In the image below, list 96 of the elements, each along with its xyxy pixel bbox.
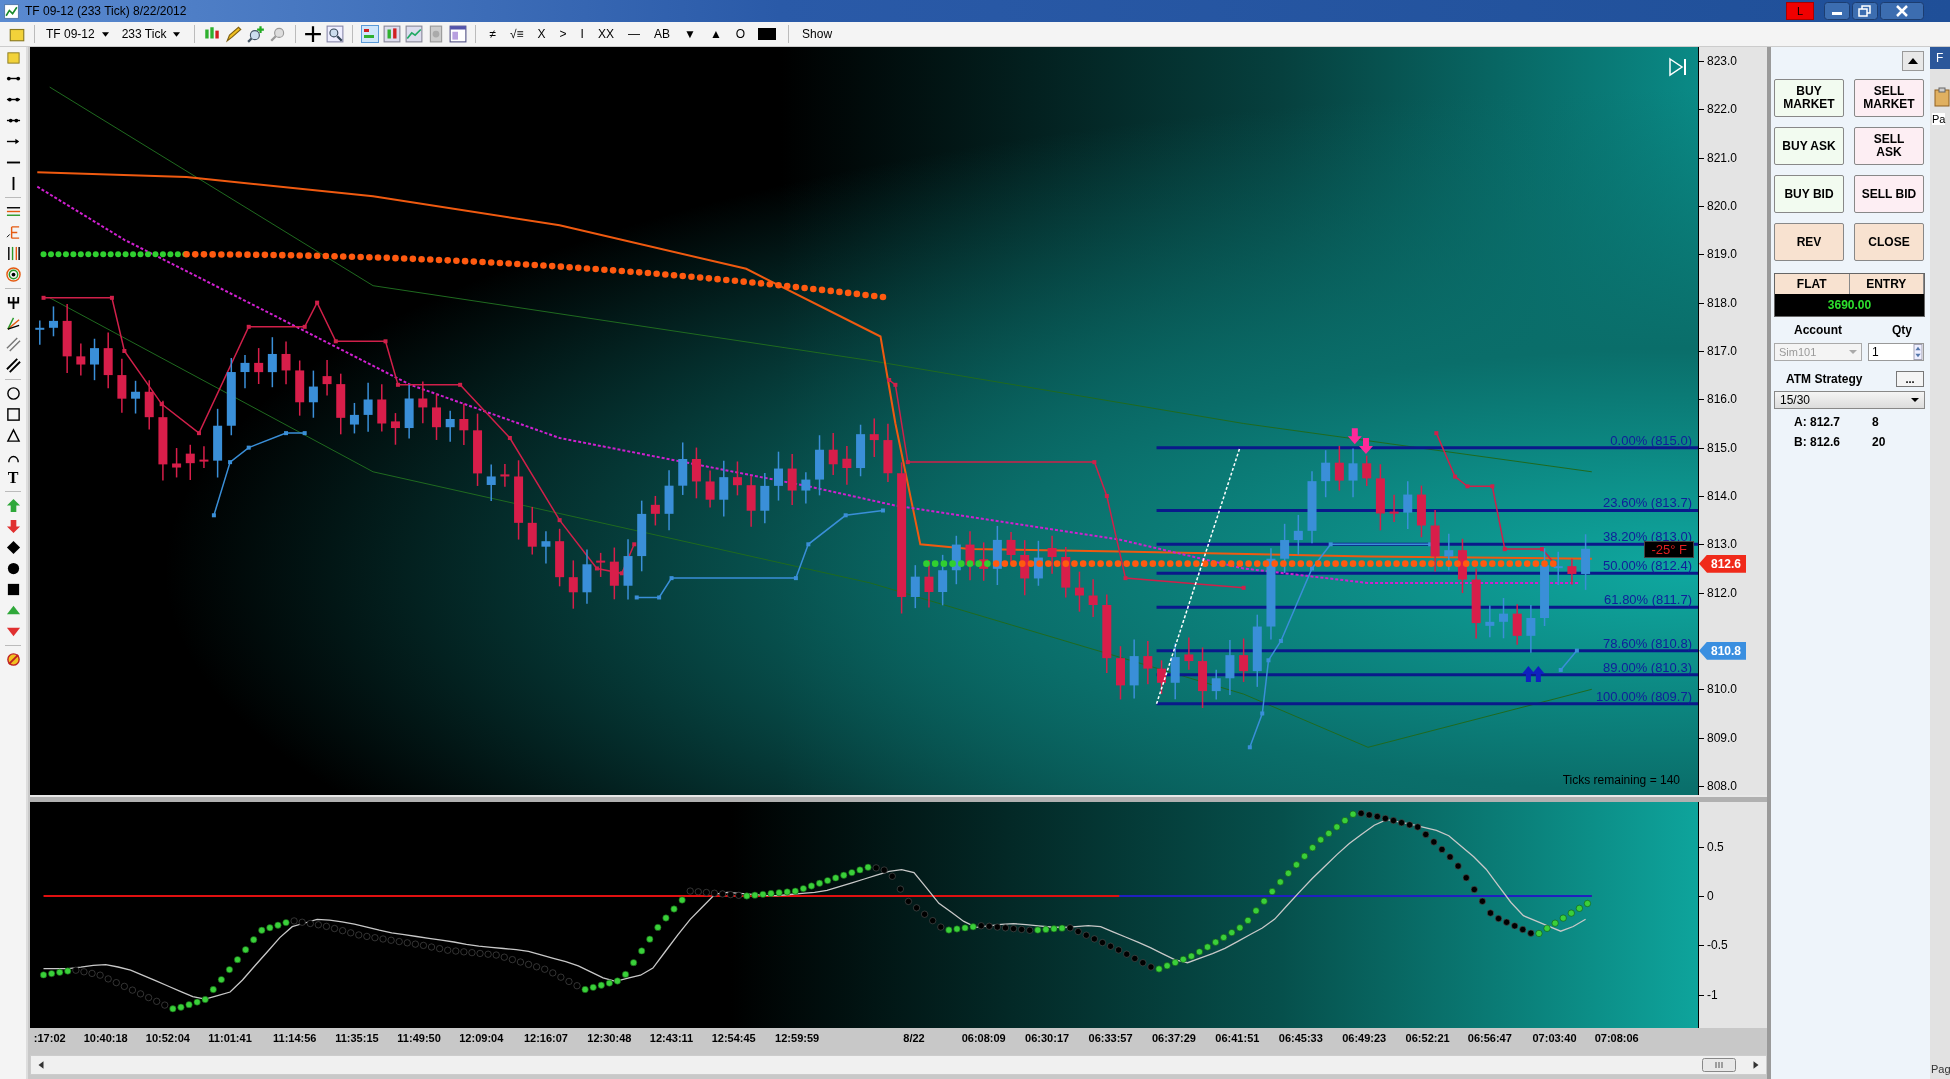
- price-axis-label: 812.0: [1707, 585, 1738, 600]
- price-axis-label: 819.0: [1707, 247, 1738, 262]
- drawing-tool-button[interactable]: —: [622, 27, 645, 41]
- order-button[interactable]: BUY BID: [1774, 175, 1844, 213]
- time-axis-label: 06:45:33: [1278, 1032, 1323, 1044]
- price-marker-tag: 810.8: [1699, 641, 1747, 660]
- qty-field[interactable]: 1: [1868, 343, 1924, 361]
- account-label: Account: [1794, 323, 1842, 337]
- time-axis-label: 06:49:23: [1342, 1032, 1387, 1044]
- ribbon-tab[interactable]: F: [1930, 47, 1950, 69]
- drawing-tool-button[interactable]: ≠: [484, 27, 501, 41]
- time-axis-label: 10:40:18: [83, 1032, 128, 1044]
- price-axis-label: 823.0: [1707, 54, 1738, 68]
- page-status: Pag: [1931, 1063, 1950, 1075]
- time-axis-label: 11:01:41: [208, 1032, 252, 1044]
- ticks-remaining-label: Ticks remaining = 140: [1562, 773, 1680, 787]
- time-axis-label: 12:09:04: [459, 1032, 504, 1044]
- time-axis-label: 06:52:21: [1405, 1032, 1450, 1044]
- fibonacci-label: 23.60% (813.7): [1603, 495, 1692, 511]
- time-axis-label: 8/22: [903, 1032, 925, 1044]
- price-axis-label: 809.0: [1707, 730, 1738, 745]
- drawing-tool-button[interactable]: AB: [648, 27, 675, 41]
- price-axis-label: 820.0: [1707, 199, 1738, 213]
- price-axis-label: 817.0: [1707, 343, 1738, 358]
- drawing-tool-button[interactable]: XX: [592, 27, 619, 41]
- fibonacci-label: 61.80% (811.7): [1604, 592, 1692, 608]
- time-axis-label: 12:43:11: [649, 1032, 694, 1044]
- fibonacci-label: 50.00% (812.4): [1603, 558, 1692, 574]
- time-axis-label: 12:59:59: [775, 1032, 820, 1044]
- oscillator-axis-label: 0: [1707, 889, 1714, 903]
- order-button[interactable]: BUY MARKET: [1774, 79, 1844, 117]
- drawing-tool-button[interactable]: >: [554, 27, 572, 41]
- link-badge[interactable]: L: [1786, 2, 1814, 20]
- fibonacci-label: 89.00% (810.3): [1603, 659, 1692, 675]
- atm-strategy-label: ATM Strategy: [1786, 372, 1863, 386]
- time-axis-label: 12:30:48: [587, 1032, 632, 1044]
- atm-strategy-dropdown[interactable]: 15/30: [1774, 391, 1925, 409]
- time-axis-label: 11:49:50: [397, 1032, 441, 1044]
- position-label: FLAT: [1775, 274, 1850, 294]
- time-axis-label: 12:54:45: [711, 1032, 756, 1044]
- order-button[interactable]: BUY ASK: [1774, 127, 1844, 165]
- oscillator-axis-label: -1: [1707, 988, 1718, 1002]
- price-axis-label: 814.0: [1707, 488, 1738, 503]
- show-button[interactable]: Show: [797, 27, 838, 41]
- quote-size: 20: [1872, 435, 1886, 449]
- time-axis-label: 07:03:40: [1532, 1032, 1577, 1044]
- price-axis-label: 808.0: [1707, 778, 1738, 793]
- pnl-value: 3690.00: [1775, 294, 1924, 316]
- entry-label: ENTRY: [1849, 274, 1924, 294]
- fibonacci-label: 0.00% (815.0): [1610, 432, 1692, 448]
- drawing-tool-button[interactable]: X: [532, 27, 551, 41]
- oscillator-axis-label: -0.5: [1707, 938, 1728, 952]
- price-axis-label: 815.0: [1707, 440, 1738, 455]
- oscillator-axis-label: 0.5: [1707, 840, 1724, 854]
- time-axis-label: 12:16:07: [523, 1032, 568, 1044]
- last-price-tag: 812.6: [1699, 554, 1747, 573]
- price-axis-label: 821.0: [1707, 150, 1738, 165]
- fibonacci-label: 78.60% (810.8): [1603, 635, 1692, 651]
- time-axis-label: 07:08:06: [1594, 1032, 1639, 1044]
- drawing-tool-button[interactable]: ▼: [679, 27, 701, 41]
- order-button[interactable]: SELL ASK: [1854, 127, 1924, 165]
- drawing-tool-button[interactable]: I: [575, 27, 589, 41]
- time-axis-label: 06:30:17: [1025, 1032, 1070, 1044]
- text-tool[interactable]: T: [7, 470, 19, 485]
- price-axis-label: 818.0: [1707, 295, 1738, 310]
- order-button[interactable]: SELL MARKET: [1854, 79, 1924, 117]
- instrument-dropdown[interactable]: TF 09-12: [43, 27, 98, 41]
- order-button[interactable]: CLOSE: [1854, 223, 1924, 261]
- price-axis-label: 813.0: [1707, 537, 1738, 552]
- price-axis-label: 822.0: [1707, 102, 1738, 117]
- order-button[interactable]: SELL BID: [1854, 175, 1924, 213]
- order-button[interactable]: REV: [1774, 223, 1844, 261]
- quote-size: 8: [1872, 415, 1879, 429]
- more-button[interactable]: ...: [1896, 371, 1924, 387]
- price-axis-label: 810.0: [1707, 682, 1738, 697]
- price-axis-label: 816.0: [1707, 392, 1738, 407]
- time-axis-label: 06:56:47: [1467, 1032, 1512, 1044]
- time-axis-label: 06:33:57: [1088, 1032, 1133, 1044]
- fibonacci-label: 100.00% (809.7): [1595, 688, 1692, 704]
- time-axis-label: 10:52:04: [145, 1032, 190, 1044]
- time-axis-label: 06:41:51: [1215, 1032, 1260, 1044]
- qty-label: Qty: [1892, 323, 1912, 337]
- interval-dropdown[interactable]: 233 Tick: [118, 27, 170, 41]
- drawing-tool-button[interactable]: √≡: [505, 27, 529, 41]
- time-axis-label: 11:14:56: [273, 1032, 317, 1044]
- time-axis-label: 06:37:29: [1151, 1032, 1196, 1044]
- temperature-label: -25° F: [1644, 541, 1694, 558]
- time-axis-label: 11:35:15: [335, 1032, 379, 1044]
- drawing-tool-button[interactable]: ▲: [704, 27, 727, 41]
- quote-price: A: 812.7: [1794, 415, 1842, 429]
- drawing-tool-button[interactable]: O: [730, 27, 751, 41]
- time-axis-label: :17:02: [33, 1032, 66, 1044]
- paste-label[interactable]: Pa: [1932, 113, 1946, 125]
- time-axis-label: 06:08:09: [961, 1032, 1006, 1044]
- quote-price: B: 812.6: [1794, 435, 1842, 449]
- window-title: TF 09-12 (233 Tick) 8/22/2012: [25, 4, 187, 18]
